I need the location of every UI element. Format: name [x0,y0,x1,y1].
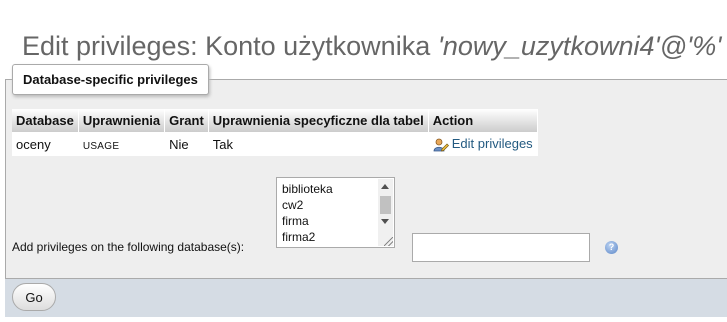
edit-privileges-label: Edit privileges [451,136,533,152]
table-header-row: Database Uprawnienia Grant Uprawnienia s… [12,109,538,132]
usage-text: USAGE [82,140,120,152]
add-privileges-label: Add privileges on the following database… [12,240,245,254]
column-header-action: Action [428,109,538,132]
column-header-privileges[interactable]: Uprawnienia [78,109,166,132]
privileges-table: Database Uprawnienia Grant Uprawnienia s… [12,109,538,156]
table-row: oceny USAGE Nie Tak Edit privileges [12,132,538,156]
cell-privileges: USAGE [78,132,166,156]
help-icon[interactable]: ? [605,241,618,254]
cell-table-specific: Tak [208,132,429,156]
cell-grant: Nie [164,132,209,156]
cell-action: Edit privileges [428,132,538,156]
database-option[interactable]: cw2 [282,197,303,213]
page-title-prefix: Edit privileges: Konto użytkownika [22,31,438,62]
database-option[interactable]: firma2 [282,229,315,245]
select-scrollbar[interactable] [378,179,393,246]
page-title-user: 'nowy_uzytkowni4'@'%' [437,31,722,62]
database-option[interactable]: biblioteka [282,181,333,197]
database-select-list[interactable]: biblioteka cw2 firma firma2 [276,177,395,248]
column-header-table-specific[interactable]: Uprawnienia specyficzne dla tabel [208,109,429,132]
column-header-grant[interactable]: Grant [164,109,209,132]
form-footer [5,278,727,317]
database-option[interactable]: firma [282,213,309,229]
database-name-input[interactable] [412,233,590,262]
scroll-thumb[interactable] [380,196,391,214]
page-title: Edit privileges: Konto użytkownika 'nowy… [22,28,721,64]
scroll-up-arrow-icon[interactable] [381,184,389,189]
cell-database: oceny [12,132,79,156]
fieldset-legend: Database-specific privileges [12,64,209,95]
scroll-down-arrow-icon[interactable] [381,219,389,224]
edit-privileges-link[interactable]: Edit privileges [433,136,533,152]
column-header-database[interactable]: Database [12,109,79,132]
resize-grip-icon[interactable] [384,237,393,246]
edit-user-icon [433,138,449,152]
go-button[interactable]: Go [12,283,56,311]
